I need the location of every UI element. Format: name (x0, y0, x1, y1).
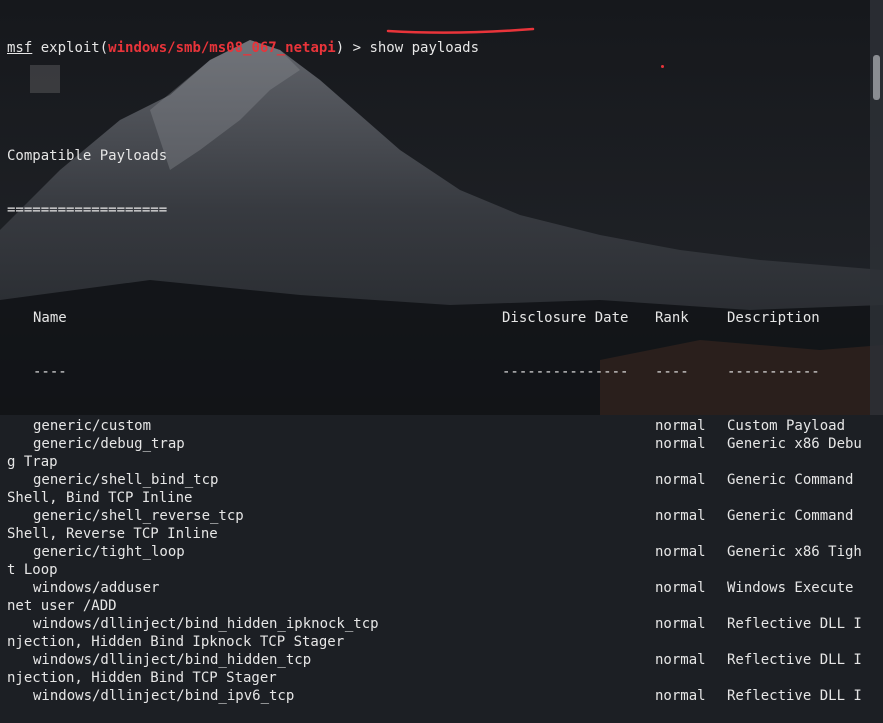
payload-name: generic/custom (33, 418, 152, 434)
payload-rank: normal (655, 544, 706, 560)
description-wrap-line: net user /ADD (7, 598, 117, 614)
section-heading-rule: =================== (7, 202, 168, 218)
header-rank: Rank (655, 310, 689, 326)
header-disclosure-date: Disclosure Date (502, 310, 629, 326)
table-row: generic/tight_loop normal Generic x86 Tigh (7, 543, 869, 561)
payload-name: generic/tight_loop (33, 544, 185, 560)
payload-description: Reflective DLL I (727, 652, 862, 668)
payload-name: generic/debug_trap (33, 436, 185, 452)
description-wrap-line: Shell, Bind TCP Inline (7, 490, 193, 506)
payload-name: generic/shell_bind_tcp (33, 472, 219, 488)
table-row: generic/custom normal Custom Payload (7, 417, 869, 435)
payload-rank: normal (655, 652, 706, 668)
description-wrap-line: njection, Hidden Bind TCP Stager (7, 670, 277, 686)
table-row: windows/dllinject/bind_hidden_ipknock_tc… (7, 615, 869, 633)
exploit-prefix: exploit( (32, 40, 109, 56)
payload-rows: generic/custom normal Custom Payload generi… (7, 417, 869, 705)
payload-description: Generic Command (727, 508, 854, 524)
payload-rank: normal (655, 616, 706, 632)
payload-name: generic/shell_reverse_tcp (33, 508, 244, 524)
table-row: windows/dllinject/bind_hidden_tcp normal R… (7, 651, 869, 669)
terminal-output[interactable]: msf exploit(windows/smb/ms08_067_netapi)… (7, 3, 869, 704)
divider-name: ---- (33, 364, 67, 380)
payload-rank: normal (655, 436, 706, 452)
payload-description: Reflective DLL I (727, 688, 862, 704)
prompt-suffix: ) > (335, 40, 370, 56)
description-wrap-line: t Loop (7, 562, 58, 578)
payload-rank: normal (655, 472, 706, 488)
payload-description: Generic x86 Debu (727, 436, 862, 452)
payload-description: Windows Execute (727, 580, 854, 596)
header-description: Description (727, 310, 820, 326)
payload-name: windows/dllinject/bind_hidden_tcp (33, 652, 312, 668)
prompt-line: msf exploit(windows/smb/ms08_067_netapi)… (7, 39, 869, 57)
payload-description: Generic x86 Tigh (727, 544, 862, 560)
table-row: generic/shell_reverse_tcp normal Generic C… (7, 507, 869, 525)
table-divider: ---- --------------- ---- ----------- (7, 363, 869, 381)
payload-rank: normal (655, 688, 706, 704)
payload-description: Custom Payload (727, 418, 846, 434)
table-header: Name Disclosure Date Rank Description (7, 309, 869, 327)
payload-description: Reflective DLL I (727, 616, 862, 632)
payload-rank: normal (655, 508, 706, 524)
module-name: windows/smb/ms08_067_netapi (108, 40, 336, 56)
terminal-scrollbar[interactable] (870, 0, 883, 415)
payload-rank: normal (655, 580, 706, 596)
table-row: generic/shell_bind_tcp normal Generic Comm… (7, 471, 869, 489)
description-wrap-line: njection, Hidden Bind Ipknock TCP Stager (7, 634, 345, 650)
divider-description: ----------- (727, 364, 820, 380)
payload-rank: normal (655, 418, 706, 434)
table-row: generic/debug_trap normal Generic x86 Debu (7, 435, 869, 453)
payload-name: windows/dllinject/bind_hidden_ipknock_tc… (33, 616, 379, 632)
description-wrap-line: Shell, Reverse TCP Inline (7, 526, 218, 542)
table-row: windows/adduser normal Windows Execute (7, 579, 869, 597)
divider-disclosure-date: --------------- (502, 364, 629, 380)
table-row: windows/dllinject/bind_ipv6_tcp normal Ref… (7, 687, 869, 705)
section-heading: Compatible Payloads (7, 148, 168, 164)
payload-name: windows/adduser (33, 580, 160, 596)
divider-rank: ---- (655, 364, 689, 380)
msf-prompt: msf (7, 40, 33, 56)
payload-description: Generic Command (727, 472, 854, 488)
scrollbar-thumb[interactable] (873, 55, 880, 100)
command-text: show payloads (369, 40, 480, 56)
description-wrap-line: g Trap (7, 454, 58, 470)
header-name: Name (33, 310, 67, 326)
payload-name: windows/dllinject/bind_ipv6_tcp (33, 688, 295, 704)
